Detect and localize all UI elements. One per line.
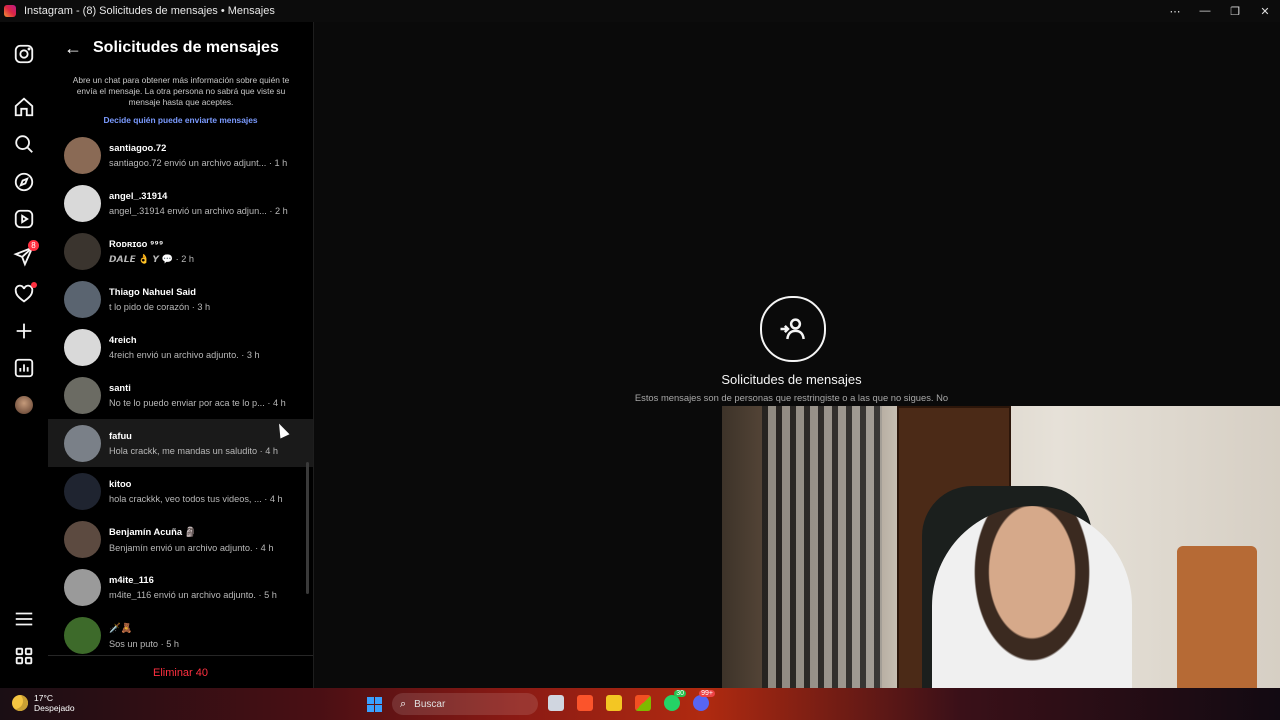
request-row[interactable]: fafuu Hola crackk, me mandas un saludito …: [48, 419, 313, 467]
request-username: 4reich: [109, 334, 137, 345]
windows-taskbar: 17°C Despejado ⌕ Buscar 30 99+: [0, 688, 1280, 720]
request-preview: 4reich envió un archivo adjunto. · 3 h: [109, 350, 260, 360]
request-preview: Benjamín envió un archivo adjunto. · 4 h: [109, 542, 274, 553]
search-icon[interactable]: [12, 132, 36, 156]
request-row[interactable]: 🗡️🧸 Sos un puto · 5 h: [48, 611, 313, 659]
taskbar-search[interactable]: ⌕ Buscar: [392, 693, 538, 715]
messages-icon[interactable]: 8: [12, 240, 39, 268]
taskbar-apps: 30 99+: [548, 690, 722, 711]
brave-browser-icon[interactable]: [577, 695, 593, 711]
meta-apps-icon[interactable]: [12, 644, 36, 668]
avatar: [64, 520, 101, 558]
back-arrow-icon[interactable]: ←: [64, 38, 84, 59]
request-preview: santiagoo.72 envió un archivo adjunt... …: [109, 158, 288, 168]
taskbar-search-label: Buscar: [414, 698, 446, 710]
discord-unread-badge: 99+: [699, 690, 715, 697]
request-preview: Hola crackk, me mandas un saludito · 4 h: [109, 446, 279, 456]
requests-list: santiagoo.72 santiagoo.72 envió un archiv…: [48, 131, 313, 659]
profile-avatar[interactable]: [12, 393, 36, 417]
heart-icon[interactable]: [12, 282, 37, 306]
instagram-logo-icon[interactable]: [12, 42, 36, 66]
start-button[interactable]: [367, 697, 382, 712]
message-controls-link[interactable]: Decide quién puede enviarte mensajes: [48, 115, 313, 125]
request-username: kitoo: [109, 478, 132, 489]
avatar: [64, 376, 101, 414]
request-username: fafuu: [109, 430, 132, 441]
instagram-app-icon: [4, 5, 16, 17]
avatar: [64, 280, 101, 318]
request-row[interactable]: angel_.31914 angel_.31914 envió un archiv…: [48, 179, 313, 227]
requests-info-text: Abre un chat para obtener más informació…: [72, 75, 290, 107]
notifications-badge: 8: [28, 240, 39, 251]
window-titlebar: Instagram - (8) Solicitudes de mensajes …: [0, 0, 1280, 22]
request-row[interactable]: Rᴏᴅʀɪɢᴏ ⁹⁹⁹ 𝘿𝘼𝙇𝙀 👌 𝙔 💬 · 2 h: [48, 227, 313, 275]
request-row[interactable]: kitoo hola crackkk, veo todos tus videos,…: [48, 467, 313, 515]
explore-icon[interactable]: [12, 170, 36, 194]
task-view-icon[interactable]: [548, 695, 564, 711]
request-preview: angel_.31914 envió un archivo adjun... ·…: [109, 206, 288, 216]
request-preview: No te lo puedo enviar por aca te lo p...…: [109, 398, 286, 408]
request-username: m4ite_116: [109, 574, 154, 585]
request-username: 🗡️🧸: [109, 621, 133, 633]
webcam-window-bars: [762, 406, 882, 720]
request-preview: Sos un puto · 5 h: [109, 638, 179, 649]
request-row[interactable]: Thiago Nahuel Said t lo pido de corazón ·…: [48, 275, 313, 323]
avatar: [64, 568, 101, 606]
menu-icon[interactable]: [12, 607, 36, 631]
request-row[interactable]: santi No te lo puedo enviar por aca te lo…: [48, 371, 313, 419]
create-icon[interactable]: [12, 319, 36, 343]
request-preview: t lo pido de corazón · 3 h: [109, 302, 211, 312]
request-row[interactable]: santiagoo.72 santiagoo.72 envió un archiv…: [48, 131, 313, 179]
window-controls: ⋯ — ❐ ✕: [1160, 0, 1280, 22]
request-preview: hola crackkk, veo todos tus videos, ... …: [109, 494, 283, 504]
home-icon[interactable]: [12, 95, 36, 119]
window-minimize-button[interactable]: —: [1190, 0, 1220, 22]
delete-all-button[interactable]: Eliminar 40: [48, 655, 313, 689]
add-person-icon: [760, 296, 826, 362]
request-username: Thiago Nahuel Said: [109, 286, 196, 297]
request-row[interactable]: 4reich 4reich envió un archivo adjunto. ·…: [48, 323, 313, 371]
request-username: angel_.31914: [109, 190, 168, 201]
whatsapp-unread-badge: 30: [674, 690, 686, 697]
avatar: [64, 616, 101, 654]
weather-temperature: 17°C: [34, 693, 53, 703]
microsoft-store-icon[interactable]: [635, 695, 651, 711]
list-scrollbar[interactable]: [306, 462, 309, 594]
avatar: [64, 424, 101, 462]
request-row[interactable]: m4ite_116 m4ite_116 envió un archivo adju…: [48, 563, 313, 611]
request-username: Rᴏᴅʀɪɢᴏ ⁹⁹⁹: [109, 237, 164, 249]
avatar: [64, 232, 101, 270]
request-username: Benjamín Acuña 🗿: [109, 525, 197, 537]
page-title: Solicitudes de mensajes: [93, 39, 279, 56]
empty-state-title: Solicitudes de mensajes: [721, 372, 862, 387]
moon-icon: [12, 695, 28, 711]
request-username: santiagoo.72: [109, 142, 167, 153]
request-username: santi: [109, 382, 131, 393]
request-row[interactable]: Benjamín Acuña 🗿 Benjamín envió un archiv…: [48, 515, 313, 563]
avatar: [64, 136, 101, 174]
avatar: [64, 472, 101, 510]
reels-icon[interactable]: [12, 207, 36, 231]
request-preview: m4ite_116 envió un archivo adjunto. · 5 …: [109, 590, 277, 600]
whatsapp-icon[interactable]: 30: [664, 690, 686, 711]
avatar: [64, 328, 101, 366]
window-title: Instagram - (8) Solicitudes de mensajes …: [24, 5, 275, 17]
search-icon: ⌕: [400, 697, 407, 710]
notification-dot: [31, 282, 37, 288]
file-explorer-icon[interactable]: [606, 695, 622, 711]
weather-widget[interactable]: 17°C Despejado: [12, 693, 75, 713]
nav-rail: 8: [0, 22, 49, 688]
avatar: [64, 184, 101, 222]
message-requests-panel: ← Solicitudes de mensajes Abre un chat p…: [48, 22, 314, 688]
panel-header: ← Solicitudes de mensajes: [48, 36, 313, 60]
dashboard-icon[interactable]: [12, 356, 36, 380]
avatar: [15, 396, 33, 414]
weather-condition: Despejado: [34, 703, 75, 713]
window-close-button[interactable]: ✕: [1250, 0, 1280, 22]
window-more-button[interactable]: ⋯: [1160, 0, 1190, 22]
discord-icon[interactable]: 99+: [693, 690, 715, 711]
request-preview: 𝘿𝘼𝙇𝙀 👌 𝙔 💬 · 2 h: [109, 253, 194, 264]
webcam-overlay: [722, 406, 1280, 720]
window-maximize-button[interactable]: ❐: [1220, 0, 1250, 22]
